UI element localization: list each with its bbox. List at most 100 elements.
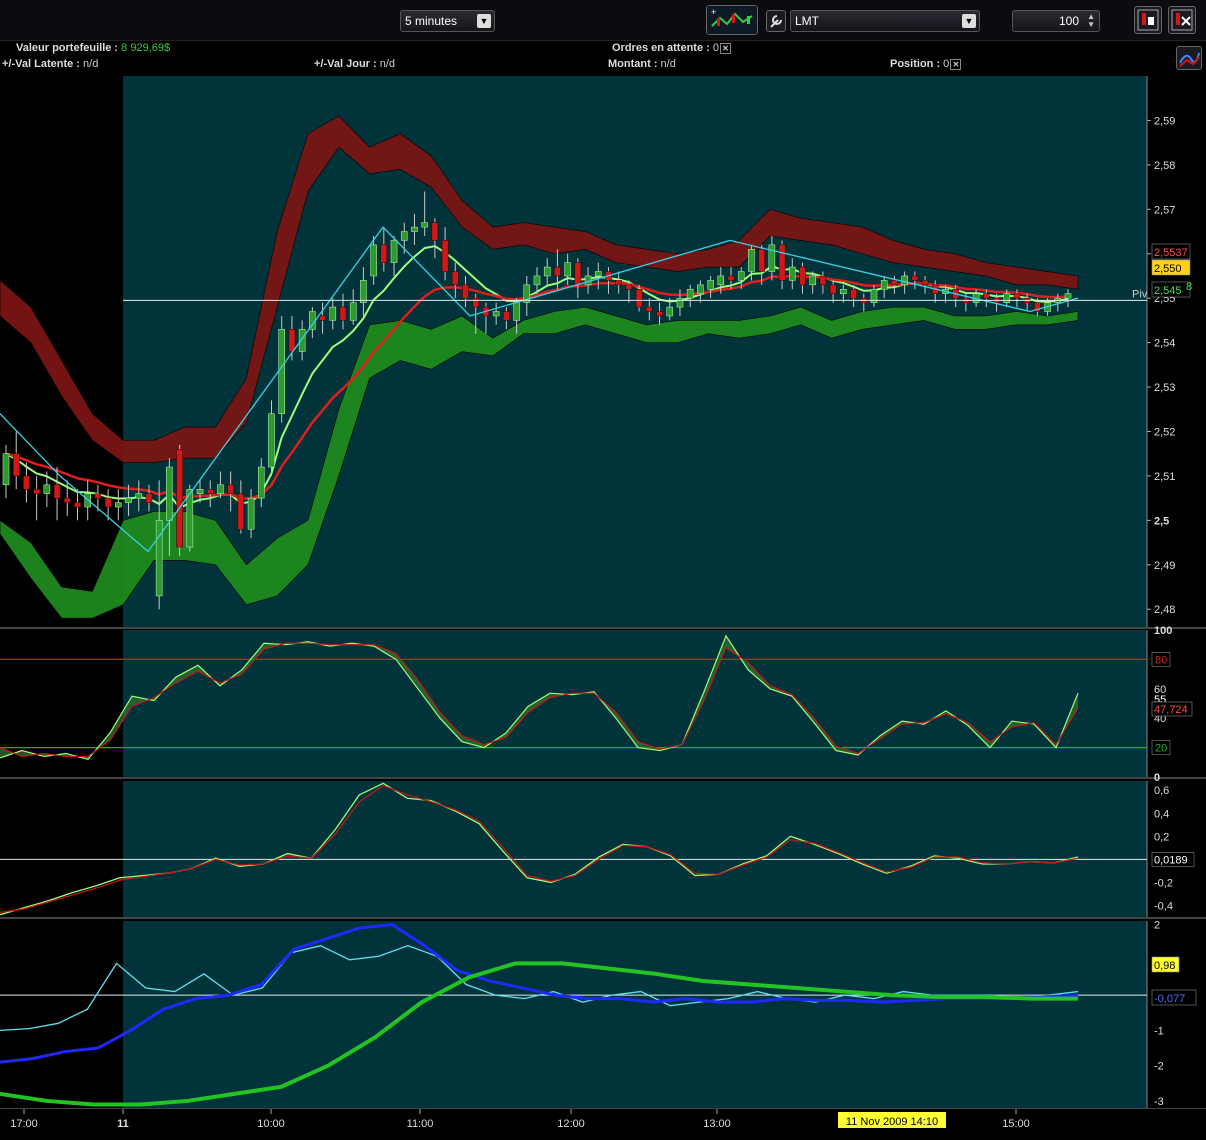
chart-area[interactable]: Piv2,592,582,572,562,552,542,532,522,512… (0, 0, 1206, 1140)
sell-button[interactable] (1168, 6, 1196, 34)
svg-text:+: + (711, 7, 716, 17)
y-tick-label: 2,48 (1154, 604, 1175, 616)
candle (492, 311, 500, 317)
quantity-value: 100 (1058, 14, 1079, 28)
buy-button[interactable] (1134, 6, 1162, 34)
lower-value-label: 2,545 (1154, 285, 1182, 297)
pending-label: Ordres en attente : (612, 42, 710, 54)
portfolio-value-row: Valeur portefeuille : 8 929,69$ (16, 42, 170, 54)
sell-order-icon (1171, 9, 1193, 31)
candle (819, 275, 827, 286)
level-label: 80 (1155, 654, 1167, 666)
candle (850, 289, 857, 299)
candle (206, 489, 214, 494)
candle (983, 293, 990, 299)
candle (1003, 293, 1011, 303)
amount-value: n/d (660, 58, 676, 70)
candlestick-chart-icon: + (707, 6, 757, 34)
upper-value-label: 2,5537 (1154, 247, 1188, 259)
session-area (123, 781, 1147, 917)
y-tick-label: -0,4 (1154, 900, 1173, 912)
interval-value: 5 minutes (405, 14, 458, 28)
latent-value: n/d (83, 58, 99, 70)
amount-label: Montant : (608, 58, 658, 70)
settings-button[interactable] (766, 10, 786, 32)
candle (1064, 293, 1072, 299)
candle (625, 284, 633, 290)
oscillator-b-label: -0,077 (1154, 993, 1185, 1005)
candle (227, 484, 234, 494)
candle (135, 493, 143, 499)
day-label: +/-Val Jour : (314, 58, 377, 70)
close-icon[interactable]: ✕ (950, 58, 962, 70)
chart-type-button[interactable]: + (706, 5, 758, 35)
candle (411, 226, 418, 232)
time-tick-label: 12:00 (557, 1118, 585, 1130)
buy-order-icon (1137, 9, 1159, 31)
y-axis-area (1147, 921, 1205, 1108)
candle (829, 284, 837, 294)
time-tick-label: 17:00 (10, 1118, 38, 1130)
y-tick-label: 0,4 (1154, 808, 1169, 820)
candle (809, 275, 816, 286)
position-value: 0 (943, 58, 950, 70)
close-icon[interactable]: ✕ (720, 42, 731, 54)
candle (217, 484, 224, 494)
y-tick-label: -2 (1154, 1061, 1164, 1073)
candle (594, 271, 602, 277)
candle (339, 306, 347, 321)
candle (196, 489, 204, 494)
candle (115, 502, 122, 508)
amount-row: Montant : n/d (608, 58, 676, 70)
day-value: n/d (379, 58, 396, 70)
y-tick-label: 0,2 (1154, 831, 1169, 843)
quantity-stepper[interactable]: 100 ▲ ▼ (1012, 10, 1100, 32)
order-type-select[interactable]: LMT ▼ (790, 10, 980, 32)
interval-select[interactable]: 5 minutes ▼ (400, 10, 495, 32)
y-tick-label: 100 (1154, 625, 1172, 637)
chevron-down-icon: ▼ (962, 14, 976, 28)
candle (247, 497, 255, 530)
candle (789, 266, 796, 281)
y-tick-label: 2,54 (1154, 338, 1175, 350)
candle (452, 271, 459, 286)
candle (646, 306, 653, 312)
stochastic-d-label: 47,724 (1154, 704, 1188, 716)
candle (380, 244, 388, 263)
y-tick-label: 2,49 (1154, 560, 1175, 572)
candle (421, 222, 428, 228)
candle (441, 240, 449, 272)
y-tick-label: 2,58 (1154, 160, 1175, 172)
candle (737, 271, 745, 281)
candle (697, 284, 704, 294)
stepper-arrows-icon[interactable]: ▲ ▼ (1087, 13, 1095, 29)
candle (911, 275, 919, 281)
candle (370, 244, 377, 277)
candle (104, 497, 112, 508)
y-axis-area (1147, 781, 1205, 917)
candle (125, 497, 132, 503)
y-tick-label: -3 (1154, 1096, 1164, 1108)
session-area (123, 630, 1147, 777)
lower-value-suffix: 8 (1186, 281, 1192, 293)
candle (94, 493, 102, 499)
candle (707, 280, 714, 290)
candle (349, 302, 357, 321)
candle (390, 240, 398, 263)
indicator-toggle-button[interactable] (1176, 46, 1202, 70)
y-tick-label: 2,5 (1154, 515, 1169, 527)
candle (258, 466, 265, 499)
indicator-toggle-icon (1179, 52, 1200, 67)
candle (727, 275, 735, 281)
time-tick-label: 15:00 (1002, 1118, 1030, 1130)
candle (288, 329, 296, 352)
candle (74, 502, 81, 508)
candle (186, 489, 194, 548)
portfolio-value: 8 929,69$ (121, 42, 171, 54)
candle (319, 315, 326, 321)
latent-value-row: +/-Val Latente : n/d (2, 58, 98, 70)
candle (400, 231, 408, 241)
latent-label: +/-Val Latente : (2, 58, 80, 70)
level-label: 20 (1155, 743, 1167, 755)
cursor-time-label: 11 Nov 2009 14:10 (846, 1116, 938, 1128)
